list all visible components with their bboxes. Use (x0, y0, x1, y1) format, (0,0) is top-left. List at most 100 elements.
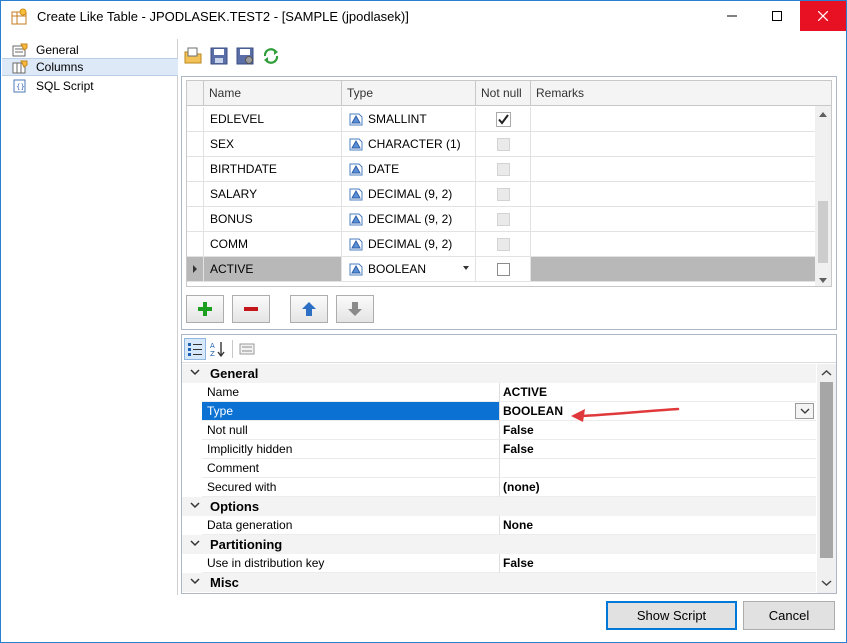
not-null-checkbox[interactable] (496, 212, 510, 226)
chevron-down-icon[interactable] (190, 500, 200, 510)
move-down-button[interactable] (336, 295, 374, 323)
chevron-down-icon[interactable] (821, 577, 832, 588)
cell-type[interactable]: CHARACTER (1) (342, 132, 476, 156)
cell-remarks[interactable] (531, 207, 817, 231)
table-row[interactable]: SEX CHARACTER (1) (187, 132, 817, 157)
nav-item-general[interactable]: General (2, 41, 178, 59)
category-partitioning[interactable]: Partitioning (182, 535, 816, 554)
cell-remarks[interactable] (531, 232, 817, 256)
property-row-comment[interactable]: Comment (182, 459, 816, 478)
property-value[interactable]: ACTIVE (500, 383, 816, 402)
cancel-button[interactable]: Cancel (743, 601, 835, 630)
cell-name[interactable]: BONUS (204, 207, 342, 231)
cell-type[interactable]: SMALLINT (342, 107, 476, 131)
property-value[interactable]: (none) (500, 478, 816, 497)
scroll-up-icon[interactable] (819, 112, 827, 117)
property-row-not-null[interactable]: Not null False (182, 421, 816, 440)
cell-not-null[interactable] (476, 107, 531, 131)
cell-type[interactable]: DECIMAL (9, 2) (342, 207, 476, 231)
cell-remarks[interactable] (531, 257, 817, 281)
open-button[interactable] (182, 45, 204, 67)
cell-name[interactable]: EDLEVEL (204, 107, 342, 131)
not-null-checkbox[interactable] (496, 237, 510, 251)
table-row-selected[interactable]: ACTIVE BOOLEAN (187, 257, 817, 282)
grid-vertical-scrollbar[interactable] (815, 106, 831, 286)
cell-type-editor[interactable]: BOOLEAN (342, 257, 476, 281)
cell-type[interactable]: DECIMAL (9, 2) (342, 232, 476, 256)
property-value[interactable]: None (500, 516, 816, 535)
minimize-button[interactable] (709, 1, 754, 31)
property-row-secured-with[interactable]: Secured with (none) (182, 478, 816, 497)
save-button[interactable] (208, 45, 230, 67)
property-value: BOOLEAN (503, 404, 563, 418)
property-value[interactable]: False (500, 421, 816, 440)
show-script-button[interactable]: Show Script (606, 601, 737, 630)
cell-type-label: BOOLEAN (368, 262, 427, 276)
cell-not-null[interactable] (476, 182, 531, 206)
add-column-button[interactable] (186, 295, 224, 323)
cell-name[interactable]: SEX (204, 132, 342, 156)
refresh-button[interactable] (260, 45, 282, 67)
table-row[interactable]: SALARY DECIMAL (9, 2) (187, 182, 817, 207)
property-value[interactable] (500, 459, 816, 478)
table-row[interactable]: COMM DECIMAL (9, 2) (187, 232, 817, 257)
cell-remarks[interactable] (531, 107, 817, 131)
cell-name[interactable]: BIRTHDATE (204, 157, 342, 181)
cell-not-null[interactable] (476, 132, 531, 156)
chevron-down-icon[interactable] (190, 576, 200, 586)
cell-not-null[interactable] (476, 257, 531, 281)
scroll-down-icon[interactable] (819, 278, 827, 283)
header-not-null[interactable]: Not null (476, 81, 531, 106)
chevron-down-icon[interactable] (190, 367, 200, 377)
nav-item-columns[interactable]: Columns (2, 58, 178, 76)
cell-name[interactable]: SALARY (204, 182, 342, 206)
dropdown-arrow-icon[interactable] (463, 266, 469, 270)
table-row[interactable]: EDLEVEL SMALLINT (187, 107, 817, 132)
property-value[interactable]: False (500, 440, 816, 459)
header-type[interactable]: Type (342, 81, 476, 106)
chevron-down-icon[interactable] (190, 538, 200, 548)
scrollbar-thumb[interactable] (818, 201, 828, 263)
property-value[interactable]: False (500, 554, 816, 573)
property-row-distribution-key[interactable]: Use in distribution key False (182, 554, 816, 573)
table-row[interactable]: BONUS DECIMAL (9, 2) (187, 207, 817, 232)
not-null-checkbox[interactable] (496, 162, 510, 176)
property-vertical-scrollbar[interactable] (817, 364, 836, 593)
close-button[interactable] (800, 1, 846, 31)
cell-name[interactable]: ACTIVE (204, 257, 342, 281)
property-row-implicitly-hidden[interactable]: Implicitly hidden False (182, 440, 816, 459)
remove-column-button[interactable] (232, 295, 270, 323)
property-pages-button[interactable] (236, 338, 258, 360)
category-misc[interactable]: Misc (182, 573, 816, 592)
cell-not-null[interactable] (476, 207, 531, 231)
chevron-up-icon[interactable] (821, 368, 832, 379)
categorized-button[interactable] (184, 338, 206, 360)
cell-remarks[interactable] (531, 157, 817, 181)
cell-type[interactable]: DATE (342, 157, 476, 181)
type-dropdown-button[interactable] (795, 403, 814, 419)
nav-item-sql-script[interactable]: {} SQL Script (2, 77, 178, 95)
maximize-button[interactable] (754, 1, 799, 31)
category-general[interactable]: General (182, 364, 816, 383)
move-up-button[interactable] (290, 295, 328, 323)
property-row-name[interactable]: Name ACTIVE (182, 383, 816, 402)
header-name[interactable]: Name (204, 81, 342, 106)
category-options[interactable]: Options (182, 497, 816, 516)
not-null-checkbox[interactable] (496, 187, 510, 201)
cell-not-null[interactable] (476, 232, 531, 256)
cell-type[interactable]: DECIMAL (9, 2) (342, 182, 476, 206)
cell-remarks[interactable] (531, 132, 817, 156)
property-row-data-generation[interactable]: Data generation None (182, 516, 816, 535)
not-null-checkbox[interactable] (496, 262, 510, 276)
cell-not-null[interactable] (476, 157, 531, 181)
header-remarks[interactable]: Remarks (531, 81, 831, 106)
cell-name[interactable]: COMM (204, 232, 342, 256)
table-row[interactable]: BIRTHDATE DATE (187, 157, 817, 182)
property-row-type[interactable]: Type BOOLEAN (182, 402, 816, 421)
save-as-button[interactable] (234, 45, 256, 67)
alphabetical-button[interactable]: A Z (207, 338, 229, 360)
scrollbar-thumb[interactable] (820, 382, 833, 558)
cell-remarks[interactable] (531, 182, 817, 206)
not-null-checkbox[interactable] (496, 137, 510, 151)
property-value-type[interactable]: BOOLEAN (500, 402, 816, 421)
